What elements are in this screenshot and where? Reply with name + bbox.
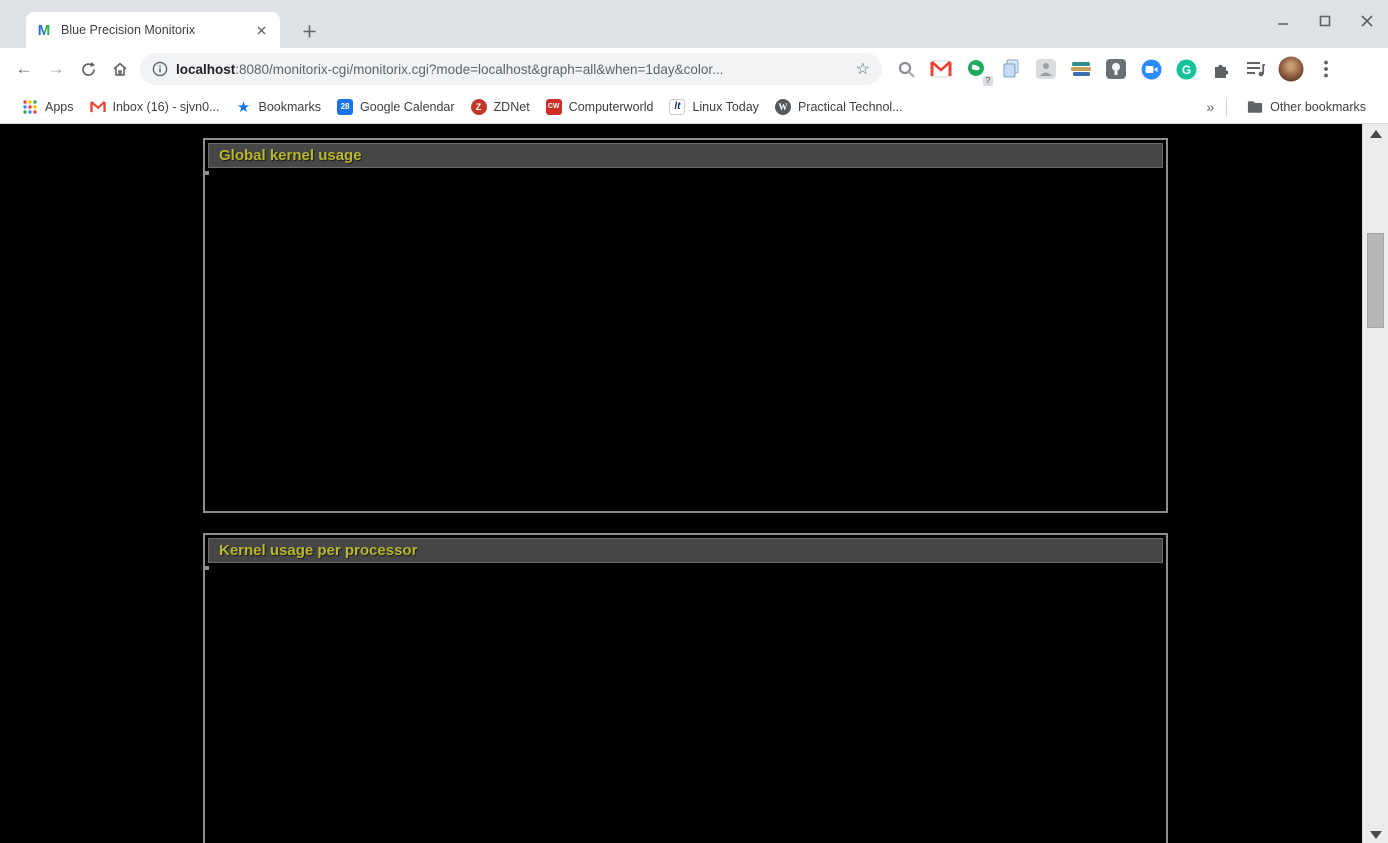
zoom-camera-extension-icon[interactable] <box>1136 54 1166 84</box>
bookmark-practical-technology[interactable]: W Practical Technol... <box>767 96 911 118</box>
lamp-extension-icon[interactable] <box>1101 54 1131 84</box>
tab-strip: M Blue Precision Monitorix <box>0 0 1388 48</box>
divider <box>1226 98 1227 116</box>
playlist-extension-icon[interactable] <box>1241 54 1271 84</box>
scrollbar-thumb[interactable] <box>1367 233 1384 328</box>
linux-today-icon: lt <box>669 99 685 115</box>
browser-tab[interactable]: M Blue Precision Monitorix <box>26 12 280 48</box>
monitorix-page: Global kernel usage 10090807060504030201… <box>0 124 1362 843</box>
window-close-button[interactable] <box>1354 8 1380 34</box>
svg-text:M: M <box>38 22 51 38</box>
browser-toolbar: ← → localhost:8080/monitorix-cgi/monitor… <box>0 48 1388 90</box>
section-title: Global kernel usage <box>208 143 1163 168</box>
search-extension-icon[interactable] <box>891 54 921 84</box>
vfs-usage-graph[interactable]: 10050018:0000:0006:0012:00 VFS usage (1d… <box>205 171 209 175</box>
bookmark-bookmarks[interactable]: ★ Bookmarks <box>228 96 330 118</box>
bookmark-star-icon[interactable]: ☆ <box>856 59 870 79</box>
tab-close-icon[interactable] <box>252 21 270 39</box>
forward-button[interactable]: → <box>40 53 72 85</box>
tab-title: Blue Precision Monitorix <box>61 23 252 37</box>
books-extension-icon[interactable] <box>1066 54 1096 84</box>
scrollbar-down-arrow-icon[interactable] <box>1370 831 1382 839</box>
grammarly-extension-icon[interactable]: G <box>1171 54 1201 84</box>
new-tab-button[interactable] <box>296 18 322 44</box>
person-extension-icon[interactable] <box>1031 54 1061 84</box>
address-bar[interactable]: localhost:8080/monitorix-cgi/monitorix.c… <box>140 53 882 85</box>
processor-1-plot[interactable]: 100908070605040302010018:0000:0006:0012:… <box>207 568 209 570</box>
window-minimize-button[interactable] <box>1270 8 1296 34</box>
section-kernel-usage-per-processor: Kernel usage per processor 1009080706050… <box>203 533 1168 843</box>
profile-avatar[interactable] <box>1276 54 1306 84</box>
voice-badge: ? <box>983 76 993 86</box>
home-button[interactable] <box>104 53 136 85</box>
bookmarks-bar: Apps Inbox (16) - sjvn0... ★ Bookmarks 2… <box>0 90 1388 124</box>
back-button[interactable]: ← <box>8 53 40 85</box>
reload-button[interactable] <box>72 53 104 85</box>
processor-1-graph[interactable]: 100908070605040302010018:0000:0006:0012:… <box>205 566 209 570</box>
apps-shortcut[interactable]: Apps <box>14 96 82 118</box>
zdnet-icon: Z <box>471 99 487 115</box>
other-bookmarks-folder[interactable]: Other bookmarks <box>1239 96 1374 118</box>
gmail-extension-icon[interactable] <box>926 54 956 84</box>
bookmark-inbox[interactable]: Inbox (16) - sjvn0... <box>82 96 228 118</box>
page-info-icon[interactable] <box>152 61 168 77</box>
wordpress-icon: W <box>775 99 791 115</box>
calendar-icon: 28 <box>337 99 353 115</box>
svg-text:G: G <box>1181 63 1190 77</box>
google-voice-extension-icon[interactable]: ? <box>961 54 991 84</box>
section-global-kernel-usage: Global kernel usage 10090807060504030201… <box>203 138 1168 513</box>
vfs-usage-plot[interactable]: 10050018:0000:0006:0012:00 <box>207 173 209 175</box>
computerworld-icon: CW <box>546 99 562 115</box>
page-scrollbar[interactable] <box>1362 124 1388 843</box>
star-icon: ★ <box>236 99 252 115</box>
monitorix-favicon-icon: M <box>36 22 52 38</box>
bookmark-computerworld[interactable]: CW Computerworld <box>538 96 662 118</box>
folder-icon <box>1247 99 1263 115</box>
section-title: Kernel usage per processor <box>208 538 1163 563</box>
extensions-puzzle-icon[interactable] <box>1206 54 1236 84</box>
scrollbar-up-arrow-icon[interactable] <box>1370 130 1382 138</box>
bookmark-linux-today[interactable]: lt Linux Today <box>661 96 767 118</box>
url-text: localhost:8080/monitorix-cgi/monitorix.c… <box>176 62 850 77</box>
window-maximize-button[interactable] <box>1312 8 1338 34</box>
browser-menu-icon[interactable] <box>1311 54 1341 84</box>
bookmark-zdnet[interactable]: Z ZDNet <box>463 96 538 118</box>
copy-pages-extension-icon[interactable] <box>996 54 1026 84</box>
apps-grid-icon <box>22 99 38 115</box>
bookmarks-overflow-chevron[interactable]: » <box>1206 99 1214 115</box>
bookmark-google-calendar[interactable]: 28 Google Calendar <box>329 96 463 118</box>
gmail-icon <box>90 99 106 115</box>
